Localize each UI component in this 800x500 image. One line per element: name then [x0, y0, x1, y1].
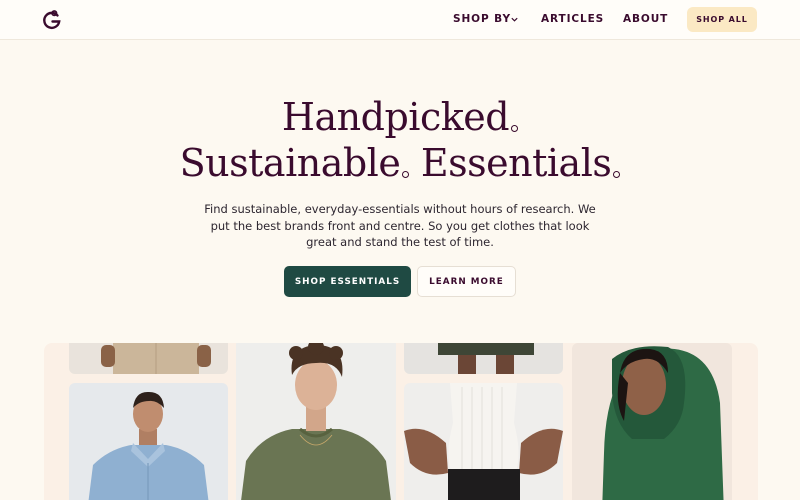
gallery-tile-green-hoodie[interactable] — [572, 343, 732, 500]
gallery-tile-dark-shorts[interactable] — [404, 343, 563, 374]
gallery-tile-white-tank[interactable] — [404, 383, 563, 500]
learn-more-button[interactable]: LEARN MORE — [417, 266, 516, 297]
shop-all-button[interactable]: SHOP ALL — [687, 7, 757, 32]
headline-word-sustainable: Sustainable — [179, 141, 401, 185]
headline-dot-icon — [511, 125, 519, 132]
hero-headline-line2: Sustainable Essentials — [0, 140, 800, 186]
gallery-tile-blue-shirt[interactable] — [69, 383, 228, 500]
top-navbar: SHOP BY ARTICLES ABOUT SHOP ALL — [0, 0, 800, 40]
gallery-tile-olive-tshirt[interactable] — [236, 343, 396, 500]
chevron-down-icon[interactable] — [510, 15, 519, 24]
hero-subtitle: Find sustainable, everyday-essentials wi… — [204, 202, 596, 249]
hero-headline-line1: Handpicked — [0, 94, 800, 140]
brand-logo-icon[interactable] — [41, 9, 63, 31]
headline-word-handpicked: Handpicked — [281, 95, 510, 139]
product-gallery — [44, 343, 758, 500]
nav-shop-by[interactable]: SHOP BY — [453, 13, 511, 25]
nav-articles[interactable]: ARTICLES — [541, 13, 604, 25]
gallery-tile-khaki-trousers[interactable] — [69, 343, 228, 374]
shop-essentials-button[interactable]: SHOP ESSENTIALS — [284, 266, 411, 297]
headline-dot-icon — [402, 171, 410, 178]
headline-dot-icon — [613, 171, 621, 178]
nav-about[interactable]: ABOUT — [623, 13, 668, 25]
headline-word-essentials: Essentials — [420, 141, 612, 185]
